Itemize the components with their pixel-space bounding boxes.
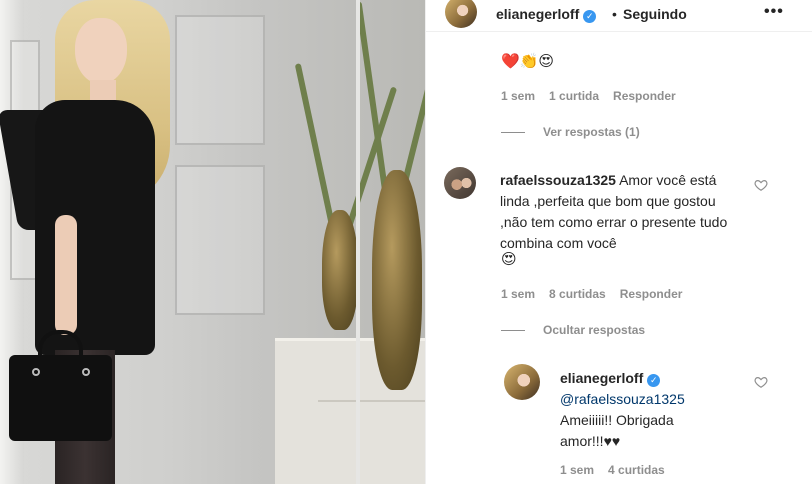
woman-face — [75, 18, 127, 84]
vase — [372, 170, 422, 390]
comments-panel: elianegerloff ✓ • Seguindo ••• ❤️👏😍 1 sem… — [425, 0, 812, 484]
handbag — [9, 355, 112, 441]
more-options-icon[interactable]: ••• — [764, 3, 784, 21]
username-text[interactable]: elianegerloff — [496, 6, 579, 22]
avatar[interactable] — [504, 364, 540, 400]
comment-likes[interactable]: 1 curtida — [549, 89, 599, 103]
post-photo[interactable] — [0, 0, 425, 484]
post-header: elianegerloff ✓ • Seguindo ••• — [426, 0, 812, 32]
comment-time[interactable]: 1 sem — [501, 287, 535, 301]
reply-body: elianegerloff ✓ @rafaelssouza1325 Ameiiii… — [560, 368, 750, 452]
reply-time[interactable]: 1 sem — [560, 463, 594, 477]
avatar[interactable] — [444, 167, 476, 199]
cabinet-edge — [318, 400, 425, 402]
replies-line — [501, 132, 525, 134]
handbag-ring — [82, 368, 90, 376]
reply-button[interactable]: Responder — [613, 89, 676, 103]
header-username[interactable]: elianegerloff ✓ — [496, 6, 597, 23]
reply-likes[interactable]: 4 curtidas — [608, 463, 665, 477]
plant-leaf — [294, 63, 336, 231]
woman-arm — [55, 215, 77, 335]
mention-link[interactable]: @rafaelssouza1325 — [560, 389, 750, 410]
vase — [322, 210, 358, 330]
handbag-ring — [32, 368, 40, 376]
comment-meta: 1 sem 1 curtida Responder — [501, 89, 690, 103]
avatar[interactable] — [445, 0, 477, 28]
hide-replies-label[interactable]: Ocultar respostas — [543, 323, 645, 337]
wall-panel — [175, 165, 265, 315]
comment-emoji: 😍 — [501, 250, 517, 268]
comment-body: rafaelssouza1325 Amor você está linda ,p… — [500, 170, 740, 254]
comment-time[interactable]: 1 sem — [501, 89, 535, 103]
reply-meta: 1 sem 4 curtidas — [560, 463, 679, 477]
follow-button[interactable]: Seguindo — [623, 6, 687, 22]
photo-divider — [356, 0, 360, 484]
reply-username[interactable]: elianegerloff — [560, 370, 643, 386]
verified-badge-icon: ✓ — [647, 374, 661, 387]
comment-likes[interactable]: 8 curtidas — [549, 287, 606, 301]
reply-text-line: amor!!!♥♥ — [560, 433, 621, 449]
comment-username[interactable]: rafaelssouza1325 — [500, 172, 616, 188]
comment-emojis: ❤️👏😍 — [501, 52, 554, 70]
view-replies-label[interactable]: Ver respostas (1) — [543, 125, 640, 139]
plant-leaf — [400, 14, 425, 191]
comment-meta: 1 sem 8 curtidas Responder — [501, 287, 696, 301]
wall-panel — [175, 15, 265, 145]
view-replies-button[interactable]: Ver respostas (1) — [501, 125, 640, 139]
woman-dress — [35, 100, 155, 355]
reply-text-line: Ameiiiii!! Obrigada — [560, 412, 674, 428]
verified-badge-icon: ✓ — [583, 10, 597, 23]
replies-line — [501, 330, 525, 332]
like-heart-icon[interactable] — [754, 375, 768, 389]
hide-replies-button[interactable]: Ocultar respostas — [501, 323, 645, 337]
reply-button[interactable]: Responder — [620, 287, 683, 301]
like-heart-icon[interactable] — [754, 178, 768, 192]
separator-dot: • — [612, 6, 617, 22]
